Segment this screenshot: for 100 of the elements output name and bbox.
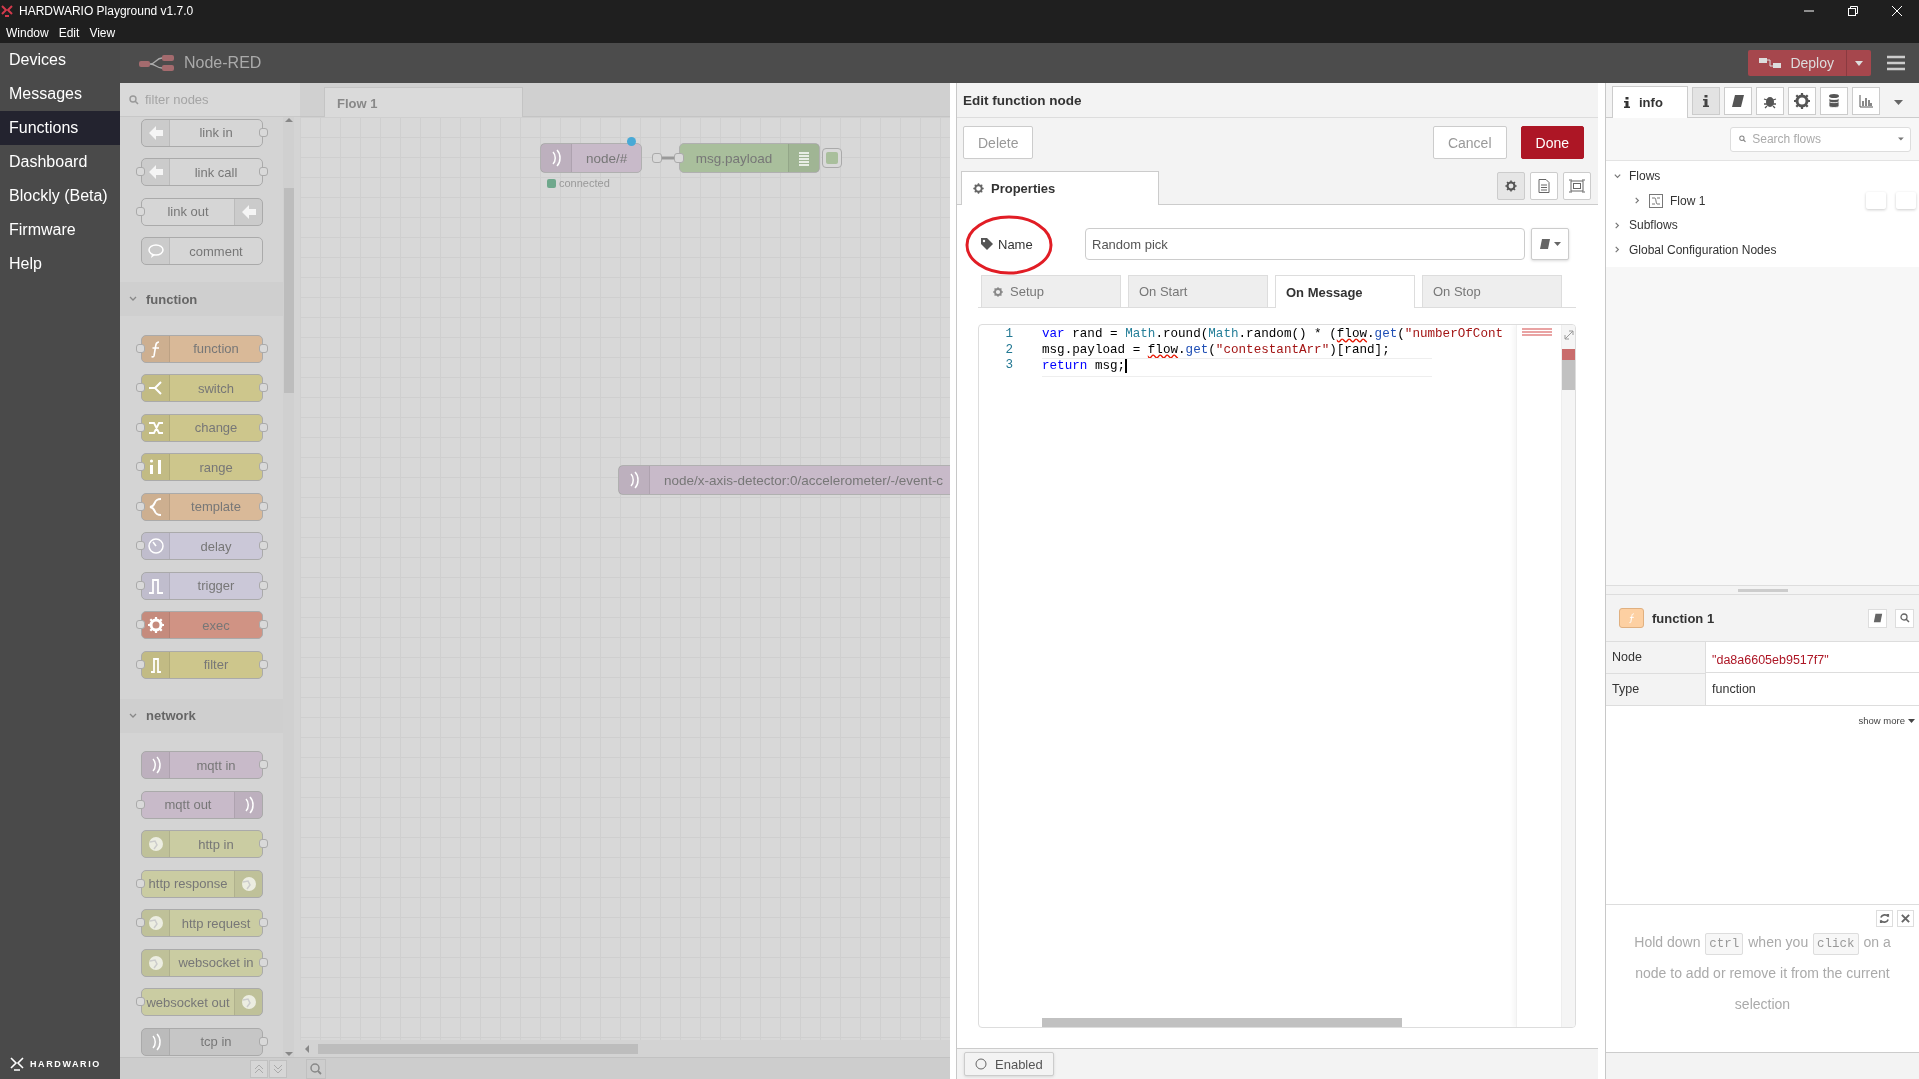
refresh-button[interactable] <box>1876 910 1893 927</box>
properties-tab[interactable]: Properties <box>961 171 1159 205</box>
palette-node[interactable]: http request <box>141 909 263 938</box>
info-tab-button[interactable] <box>1692 87 1720 115</box>
icon-picker-button[interactable] <box>1531 228 1569 260</box>
chevron-icon[interactable] <box>1613 171 1622 181</box>
book-button[interactable] <box>1868 608 1887 628</box>
chevron-icon[interactable] <box>1613 220 1622 230</box>
nav-item[interactable]: Functions <box>0 111 120 145</box>
category-title[interactable]: function <box>146 291 198 307</box>
editor-tab[interactable]: On Start <box>1128 275 1268 307</box>
flow-toggle-button[interactable] <box>1896 192 1916 210</box>
nav-item[interactable]: Blockly (Beta) <box>0 179 120 213</box>
nav-item[interactable]: Messages <box>0 77 120 111</box>
description-button[interactable] <box>1530 172 1558 200</box>
action-button[interactable]: Delete <box>963 126 1034 159</box>
nav-item[interactable]: Devices <box>0 43 120 77</box>
palette-node[interactable]: link call <box>141 158 263 187</box>
show-more-link[interactable]: show more <box>1858 715 1905 726</box>
node-port <box>259 659 268 669</box>
scrollbar[interactable] <box>283 117 294 1057</box>
nav-item[interactable]: Help <box>0 247 120 281</box>
close-button[interactable] <box>1897 910 1914 927</box>
search-field[interactable]: Search flows <box>1730 126 1911 152</box>
editor-tab[interactable]: On Message <box>1275 275 1415 308</box>
expand-icon[interactable] <box>1563 329 1575 341</box>
debug-toggle-button[interactable] <box>822 148 842 168</box>
node-port <box>674 153 684 163</box>
caret-icon[interactable] <box>1894 100 1903 105</box>
menu-item[interactable]: Window <box>1 25 54 40</box>
menu-item[interactable]: View <box>84 25 121 40</box>
palette-node[interactable]: delay <box>141 532 263 561</box>
flow-tab[interactable]: Flow 1 <box>324 87 523 117</box>
palette-node[interactable]: websocket out <box>141 988 263 1017</box>
book-icon <box>1872 613 1883 623</box>
deploy-button[interactable]: Deploy <box>1748 50 1846 76</box>
window-title: HARDWARIO Playground v1.7.0 <box>19 4 194 18</box>
search-icon <box>1899 613 1910 623</box>
menu-item[interactable]: Edit <box>53 25 85 40</box>
chevron-icon[interactable] <box>1633 196 1642 206</box>
palette-node[interactable]: mqtt in <box>141 751 263 780</box>
palette-node[interactable]: tcp in <box>141 1027 263 1056</box>
database-tab-button[interactable] <box>1820 87 1848 115</box>
palette-node[interactable]: range <box>141 453 263 482</box>
palette-node[interactable]: websocket in <box>141 948 263 977</box>
caret-icon <box>1908 718 1915 723</box>
code-editor[interactable]: 1 2 3 var rand = Math.round(Math.random() * (flow.get("numberOfCont msg.payload = flow.get("contestantArr")[rand]; return msg; <box>978 324 1576 1028</box>
appearance-button[interactable] <box>1563 172 1591 200</box>
tree-item[interactable]: Flow 1 <box>1670 193 1706 208</box>
caret-icon <box>1554 242 1561 246</box>
action-button[interactable]: Done <box>1520 126 1584 159</box>
nav-item[interactable]: Dashboard <box>0 145 120 179</box>
palette-node[interactable]: switch <box>141 374 263 403</box>
search-button[interactable] <box>1895 608 1914 628</box>
editor-tab[interactable]: On Stop <box>1422 275 1562 307</box>
node-port <box>136 383 145 393</box>
nav-item[interactable]: Firmware <box>0 213 120 247</box>
line-number: 1 <box>1004 327 1014 343</box>
gear-tab-button[interactable] <box>1788 87 1816 115</box>
chart-tab-button[interactable] <box>1852 87 1880 115</box>
palette-node[interactable]: filter <box>141 650 263 679</box>
zoom-icon[interactable] <box>306 1058 326 1079</box>
close-icon[interactable] <box>1892 6 1902 16</box>
restore-icon[interactable] <box>1848 6 1858 16</box>
frame-icon <box>1569 179 1585 193</box>
scrollbar[interactable] <box>1562 349 1575 390</box>
palette-node[interactable]: http in <box>141 830 263 859</box>
settings-button[interactable] <box>1497 172 1525 200</box>
palette-node[interactable]: mqtt out <box>141 790 263 819</box>
tree-item[interactable]: Flows <box>1629 169 1661 184</box>
node-port <box>259 383 268 393</box>
palette-node[interactable]: link out <box>141 197 263 226</box>
palette-node[interactable]: trigger <box>141 571 263 600</box>
tree-item[interactable]: Subflows <box>1629 218 1678 233</box>
palette-node[interactable]: template <box>141 492 263 521</box>
node-port <box>136 580 145 590</box>
category-title[interactable]: network <box>146 708 196 723</box>
menu-icon[interactable] <box>1887 55 1905 71</box>
sidebar-tab[interactable]: info <box>1612 86 1688 118</box>
palette-node[interactable]: link in <box>141 118 263 147</box>
name-field[interactable]: Random pick <box>1085 228 1525 260</box>
palette-node[interactable]: http response <box>141 869 263 898</box>
palette-node[interactable]: change <box>141 413 263 442</box>
enabled-toggle[interactable]: Enabled <box>964 1052 1054 1076</box>
tree-item[interactable]: Global Configuration Nodes <box>1629 242 1777 257</box>
flow-node[interactable]: node/x-axis-detector:0/accelerometer/-/event-c <box>618 465 950 495</box>
gear-icon <box>145 615 166 636</box>
flow-node[interactable]: msg.payload <box>679 143 820 173</box>
scrollbar[interactable] <box>1042 1018 1402 1027</box>
palette-node[interactable]: comment <box>141 237 263 266</box>
editor-tab[interactable]: Setup <box>981 275 1121 307</box>
action-button[interactable]: Cancel <box>1432 126 1507 159</box>
chevron-icon[interactable] <box>1613 245 1622 255</box>
bug-tab-button[interactable] <box>1756 87 1784 115</box>
node-port <box>652 153 662 163</box>
book-tab-button[interactable] <box>1724 87 1752 115</box>
deploy-menu-button[interactable] <box>1846 50 1871 76</box>
palette-node[interactable]: function <box>141 334 263 363</box>
flow-toggle-button[interactable] <box>1866 192 1886 210</box>
flow-node[interactable]: node/# <box>540 143 643 173</box>
